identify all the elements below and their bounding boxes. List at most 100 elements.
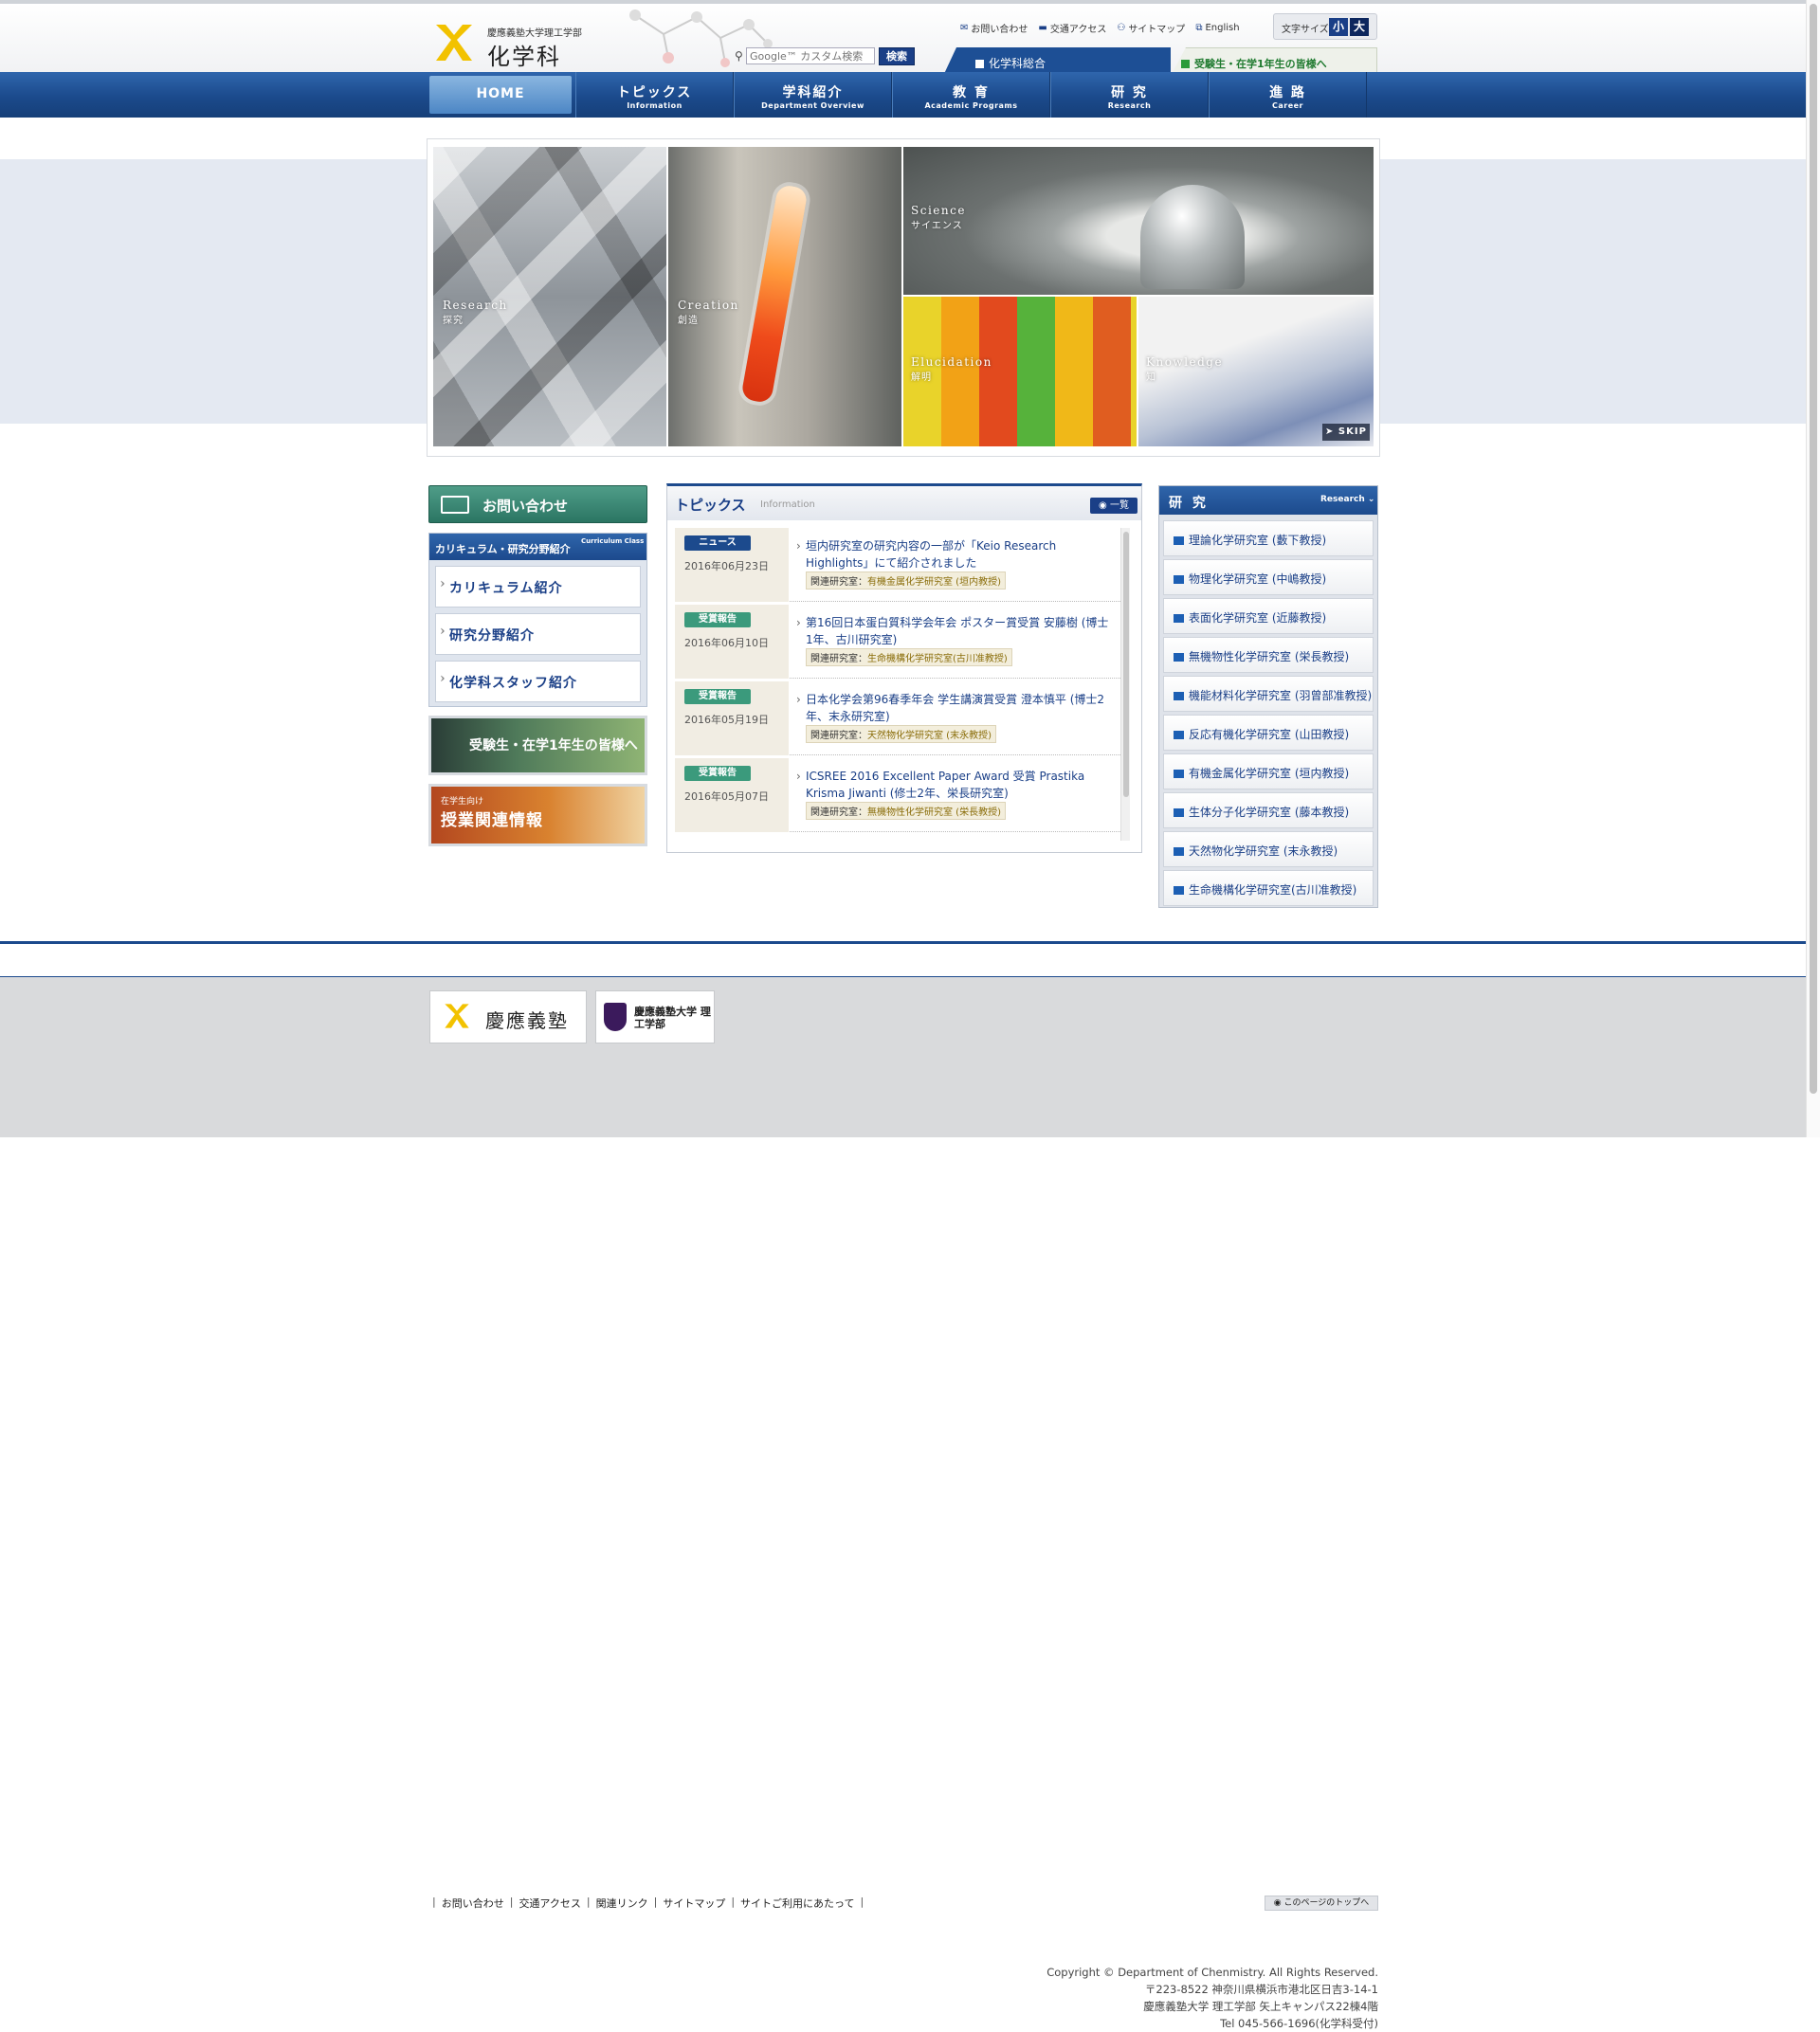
hero-elucidation-caption: Elucidation 解明	[911, 355, 992, 383]
topics-title: トピックス	[675, 497, 746, 514]
hero-science-jp: サイエンス	[911, 221, 963, 231]
lab-link[interactable]: 生命機構化学研究室(古川准教授)	[1163, 870, 1374, 906]
curriculum-header[interactable]: カリキュラム・研究分野紹介 Curriculum Class	[429, 534, 646, 560]
topic-item: 受賞報告 2016年05月19日 日本化学会第96春季年会 学生講演賞受賞 澄本…	[675, 681, 1122, 755]
hero-skip-button[interactable]: ➤ SKIP	[1322, 424, 1370, 441]
chromatography-column-image	[740, 183, 809, 405]
topics-list-all-button[interactable]: ◉ 一覧	[1090, 498, 1138, 514]
util-sitemap-link[interactable]: ⚇ サイトマップ	[1117, 20, 1185, 35]
search-button[interactable]: 検索	[879, 47, 915, 65]
util-access-link[interactable]: ▬ 交通アクセス	[1038, 20, 1106, 35]
lab-link[interactable]: 表面化学研究室 (近藤教授)	[1163, 598, 1374, 634]
topic-item: ニュース 2016年06月23日 垣内研究室の研究内容の一部が「Keio Res…	[675, 528, 1122, 602]
page-top-button[interactable]: ◉ このページのトップへ	[1265, 1896, 1378, 1911]
util-english-link[interactable]: ⧉ English	[1195, 20, 1239, 35]
nav-department[interactable]: 学科紹介 Department Overview	[734, 72, 892, 118]
hero-research-jp: 探究	[443, 316, 464, 326]
util-sitemap-label: サイトマップ	[1128, 24, 1186, 35]
topic-related-lab[interactable]: 関連研究室：天然物化学研究室 (末永教授)	[806, 725, 996, 743]
topic-title-link[interactable]: ICSREE 2016 Excellent Paper Award 受賞 Pra…	[796, 768, 1109, 802]
topic-title-link[interactable]: 日本化学会第96春季年会 学生講演賞受賞 澄本慎平 (博士2年、末永研究室)	[796, 691, 1109, 725]
curriculum-item-curriculum[interactable]: カリキュラム紹介	[435, 566, 641, 608]
topic-related-lab[interactable]: 関連研究室：無機物性化学研究室 (栄長教授)	[806, 802, 1006, 820]
lab-link[interactable]: 有機金属化学研究室 (垣内教授)	[1163, 753, 1374, 789]
topic-related-lab[interactable]: 関連研究室：生命機構化学研究室(古川准教授)	[806, 648, 1012, 666]
logo-university: 慶應義塾大学理工学部	[487, 28, 582, 39]
nav-research[interactable]: 研 究 Research	[1050, 72, 1209, 118]
topic-date: 2016年05月19日	[684, 714, 769, 726]
square-bullet-icon	[1174, 886, 1184, 895]
lab-link[interactable]: 物理化学研究室 (中嶋教授)	[1163, 559, 1374, 595]
nav-home[interactable]: HOME	[429, 76, 572, 114]
hero-research-caption: Research 探究	[443, 299, 508, 326]
nav-items: HOME トピックス Information 学科紹介 Department Ove…	[429, 72, 1377, 118]
footer-link-contact[interactable]: お問い合わせ	[442, 1896, 504, 1911]
site-logo[interactable]: 慶應義塾大学理工学部 化学科	[434, 21, 614, 70]
font-large-button[interactable]: 大	[1350, 18, 1369, 36]
nav-topics[interactable]: トピックス Information	[575, 72, 734, 118]
hero-tile-elucidation[interactable]: Elucidation 解明	[903, 297, 1137, 446]
font-small-button[interactable]: 小	[1329, 18, 1348, 36]
topic-lab-name: 天然物化学研究室 (末永教授)	[867, 731, 992, 741]
lab-link[interactable]: 理論化学研究室 (藪下教授)	[1163, 520, 1374, 556]
science-tech-logo-link[interactable]: 慶應義塾大学 理工学部	[595, 990, 715, 1043]
lab-link[interactable]: 生体分子化学研究室 (藤本教授)	[1163, 792, 1374, 828]
footer-link-terms[interactable]: サイトご利用にあたって	[740, 1896, 854, 1911]
topic-lab-label: 関連研究室：	[810, 731, 867, 741]
lab-link[interactable]: 無機物性化学研究室 (栄長教授)	[1163, 637, 1374, 673]
footer-link-related[interactable]: 関連リンク	[596, 1896, 648, 1911]
research-title: 研 究	[1169, 496, 1209, 511]
hero-tile-creation[interactable]: Creation 創造	[668, 147, 901, 446]
page-scrollbar[interactable]	[1806, 0, 1820, 1137]
curriculum-header-sublabel: Curriculum Class	[581, 537, 645, 545]
footer-link-sitemap[interactable]: サイトマップ	[663, 1896, 725, 1911]
footer-separator: |	[432, 1896, 436, 1908]
lab-link-label: 反応有機化学研究室 (山田教授)	[1189, 728, 1350, 741]
topic-date: 2016年05月07日	[684, 790, 769, 803]
logo-department: 化学科	[487, 44, 561, 70]
research-panel: 研 究 Research ⌄ 理論化学研究室 (藪下教授) 物理化学研究室 (中…	[1158, 485, 1378, 908]
research-header[interactable]: 研 究 Research ⌄	[1159, 486, 1377, 515]
lab-link[interactable]: 反応有機化学研究室 (山田教授)	[1163, 715, 1374, 751]
topic-lab-name: 無機物性化学研究室 (栄長教授)	[867, 807, 1001, 818]
topics-title-en: Information	[760, 499, 815, 510]
hero-creation-jp: 創造	[678, 316, 699, 326]
topic-related-lab[interactable]: 関連研究室：有機金属化学研究室 (垣内教授)	[806, 572, 1006, 590]
banner-class-info[interactable]: 在学生向け 授業関連情報	[428, 784, 647, 846]
nav-career[interactable]: 進 路 Career	[1209, 72, 1367, 118]
banner-class-info-label: 授業関連情報	[441, 811, 543, 830]
util-access-label: 交通アクセス	[1049, 24, 1107, 35]
curriculum-item-staff[interactable]: 化学科スタッフ紹介	[435, 661, 641, 702]
topic-title-link[interactable]: 垣内研究室の研究内容の一部が「Keio Research Highlights」…	[796, 537, 1109, 572]
square-bullet-icon	[1174, 614, 1184, 623]
main-navigation: HOME トピックス Information 学科紹介 Department Ove…	[0, 72, 1820, 118]
curriculum-panel: カリキュラム・研究分野紹介 Curriculum Class カリキュラム紹介 …	[428, 533, 647, 707]
lab-link[interactable]: 機能材料化学研究室 (羽曾部准教授)	[1163, 676, 1374, 712]
footer-separator: |	[653, 1896, 658, 1908]
topics-scrollbar-thumb[interactable]	[1123, 532, 1129, 797]
hero-tile-research[interactable]: Research 探究	[433, 147, 666, 446]
topic-badge: 受賞報告	[684, 766, 751, 781]
page-scrollbar-thumb[interactable]	[1810, 4, 1817, 1094]
hero-tile-science[interactable]: Science サイエンス	[903, 147, 1374, 295]
topics-scrollbar[interactable]	[1120, 528, 1130, 841]
search-input[interactable]	[746, 47, 875, 64]
topic-lab-label: 関連研究室：	[810, 654, 867, 664]
lab-link-label: 理論化学研究室 (藪下教授)	[1189, 534, 1327, 547]
topic-title-link[interactable]: 第16回日本蛋白質科学会年会 ポスター賞受賞 安藤樹 (博士1年、古川研究室)	[796, 614, 1109, 648]
footer-link-access[interactable]: 交通アクセス	[519, 1896, 580, 1911]
nav-career-label: 進 路	[1269, 85, 1306, 100]
keio-logo-link[interactable]: 慶應義塾	[429, 990, 587, 1043]
topic-date-column: ニュース 2016年06月23日	[675, 528, 789, 602]
curriculum-item-research-fields[interactable]: 研究分野紹介	[435, 613, 641, 655]
reactor-tank-image	[1140, 185, 1245, 289]
topic-badge: 受賞報告	[684, 689, 751, 704]
hero-knowledge-jp: 知	[1146, 372, 1156, 383]
lab-link[interactable]: 天然物化学研究室 (末永教授)	[1163, 831, 1374, 867]
nav-education[interactable]: 教 育 Academic Programs	[892, 72, 1050, 118]
banner-applicants[interactable]: 受験生・在学1年生の皆様へ	[428, 716, 647, 775]
mail-icon: ✉	[960, 22, 969, 33]
util-contact-link[interactable]: ✉ お問い合わせ	[960, 20, 1028, 35]
contact-button-label: お問い合わせ	[482, 498, 569, 515]
contact-button[interactable]: お問い合わせ	[428, 485, 647, 523]
